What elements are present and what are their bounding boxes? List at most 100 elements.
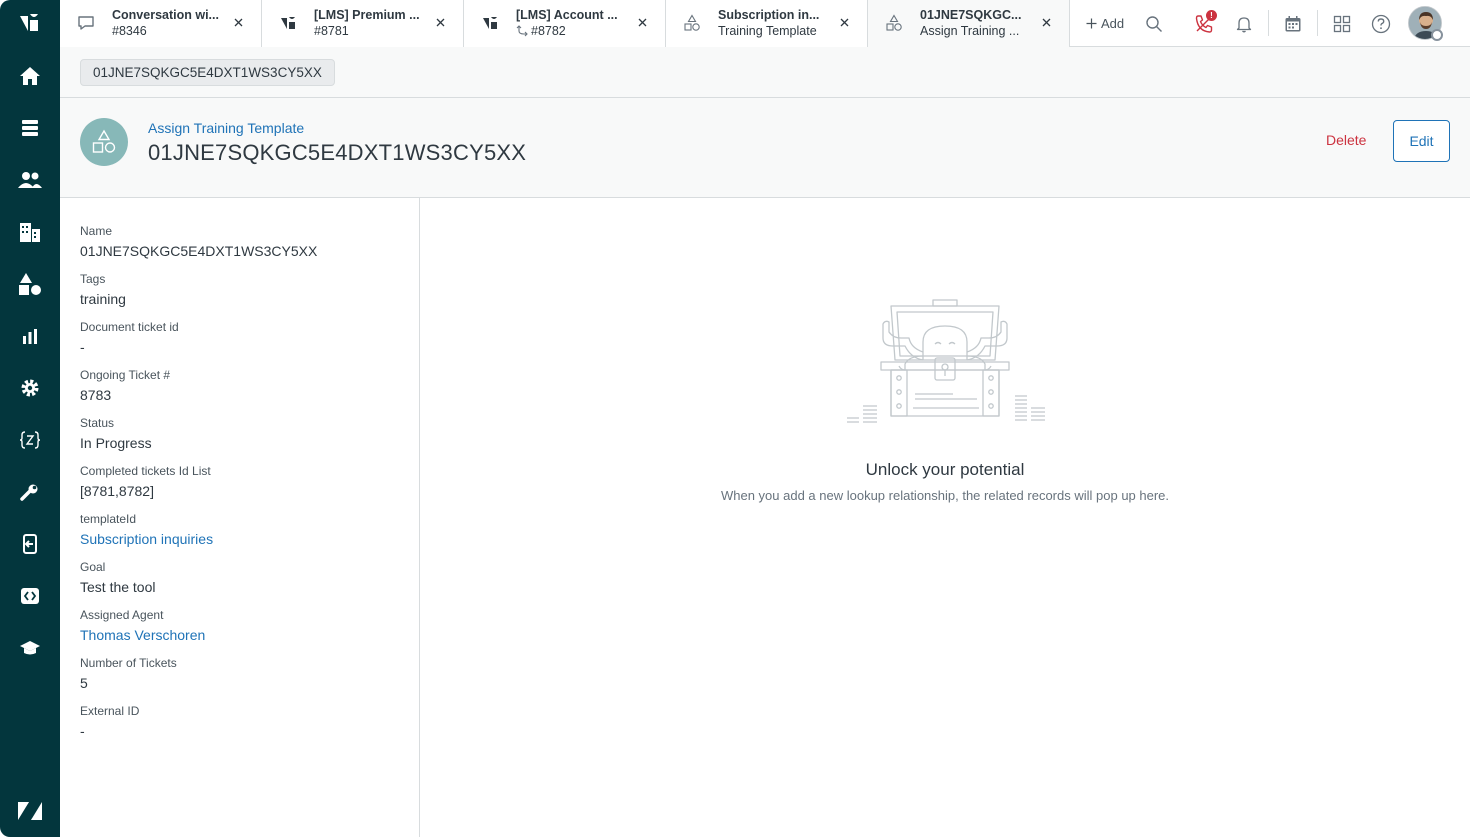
integration-app-icon[interactable] [0, 524, 60, 564]
home-icon[interactable] [0, 56, 60, 96]
tab-assign-training[interactable]: 01JNE7SQKGC... Assign Training ... [868, 0, 1070, 48]
add-button[interactable]: Add [1086, 12, 1124, 34]
tab-conversation[interactable]: Conversation wi... #8346 [60, 0, 262, 47]
field-goal: Goal Test the tool [80, 560, 400, 598]
tab-subtitle-text: Assign Training ... [920, 24, 1020, 38]
tab-subtitle-text: #8781 [314, 24, 349, 38]
chat-bubble-icon [76, 13, 96, 33]
breadcrumb: 01JNE7SQKGC5E4DXT1WS3CY5XX [60, 47, 1470, 98]
tab-subscription-template[interactable]: Subscription in... Training Template [666, 0, 868, 47]
record-header: Assign Training Template 01JNE7SQKGC5E4D… [60, 98, 1470, 198]
products-grid-icon[interactable] [1330, 12, 1354, 36]
edit-button[interactable]: Edit [1393, 120, 1450, 162]
field-name: Name 01JNE7SQKGC5E4DXT1WS3CY5XX [80, 224, 400, 262]
field-value: - [80, 723, 85, 739]
field-value: 5 [80, 675, 88, 691]
field-label: Ongoing Ticket # [80, 368, 171, 382]
organizations-icon[interactable] [0, 212, 60, 252]
merge-icon [516, 25, 528, 37]
empty-state-description: When you add a new lookup relationship, … [720, 488, 1170, 503]
field-label: Assigned Agent [80, 608, 164, 622]
field-status: Status In Progress [80, 416, 400, 454]
close-icon[interactable] [837, 15, 851, 29]
tickets-view-icon[interactable] [0, 108, 60, 148]
zendesk-products-icon[interactable] [0, 791, 60, 831]
top-bar: Conversation wi... #8346 [LMS] Premium .… [60, 0, 1470, 48]
tab-subtitle-text: #8346 [112, 24, 147, 38]
add-button-label: Add [1101, 15, 1125, 31]
tab-subtitle-text: #8782 [531, 24, 566, 38]
field-label: Document ticket id [80, 320, 179, 334]
template-link[interactable]: Subscription inquiries [80, 531, 400, 550]
object-type-link[interactable]: Assign Training Template [148, 120, 304, 136]
field-assigned-agent: Assigned Agent Thomas Verschoren [80, 608, 400, 646]
tab-subtitle-text: Training Template [718, 24, 817, 38]
divider [1268, 10, 1269, 36]
field-label: Tags [80, 272, 106, 286]
custom-objects-icon[interactable] [0, 264, 60, 304]
notification-badge: ! [1206, 10, 1217, 21]
close-icon[interactable] [231, 15, 245, 29]
close-icon[interactable] [1039, 15, 1053, 29]
field-external-id: External ID - [80, 704, 400, 742]
tab-subtitle: #8781 [314, 24, 349, 38]
tab-title: Conversation wi... [112, 8, 219, 22]
shapes-icon [92, 129, 116, 153]
tab-lms-premium[interactable]: [LMS] Premium ... #8781 [262, 0, 464, 47]
ticket-icon [480, 13, 500, 33]
zendesk-apps-icon[interactable] [0, 420, 60, 460]
field-label: Status [80, 416, 115, 430]
close-icon[interactable] [635, 15, 649, 29]
field-tags: Tags training [80, 272, 400, 310]
bell-icon[interactable] [1232, 12, 1256, 36]
field-value: [8781,8782] [80, 483, 154, 499]
calendar-icon[interactable] [1281, 12, 1305, 36]
app-window: Conversation wi... #8346 [LMS] Premium .… [0, 0, 1470, 837]
breadcrumb-record[interactable]: 01JNE7SQKGC5E4DXT1WS3CY5XX [80, 59, 335, 86]
divider [1317, 10, 1318, 36]
graduation-cap-icon[interactable] [0, 628, 60, 668]
tab-title: [LMS] Premium ... [314, 8, 420, 22]
code-app-icon[interactable] [0, 576, 60, 616]
ticket-icon [278, 13, 298, 33]
reporting-icon[interactable] [0, 316, 60, 356]
empty-state-title: Unlock your potential [865, 460, 1025, 479]
field-template-id: templateId Subscription inquiries [80, 512, 400, 550]
field-value: 8783 [80, 387, 112, 403]
tab-subtitle: #8346 [112, 24, 147, 38]
tab-title: 01JNE7SQKGC... [920, 8, 1022, 22]
tab-title: [LMS] Account ... [516, 8, 618, 22]
tab-title: Subscription in... [718, 8, 820, 22]
tab-lms-account[interactable]: [LMS] Account ... #8782 [464, 0, 666, 47]
wrench-icon[interactable] [0, 472, 60, 512]
primary-sidebar [0, 0, 60, 837]
field-label: Name [80, 224, 113, 238]
help-icon[interactable] [1369, 12, 1393, 36]
field-label: Number of Tickets [80, 656, 177, 670]
plus-icon [1086, 18, 1097, 28]
close-icon[interactable] [433, 15, 447, 29]
assigned-agent-link[interactable]: Thomas Verschoren [80, 627, 400, 646]
search-icon[interactable] [1142, 12, 1166, 36]
phone-icon[interactable]: ! [1192, 10, 1217, 36]
field-label: Goal [80, 560, 106, 574]
settings-gear-icon[interactable] [0, 368, 60, 408]
customers-icon[interactable] [0, 160, 60, 200]
field-completed-tickets: Completed tickets Id List [8781,8782] [80, 464, 400, 502]
field-value: training [80, 291, 126, 307]
field-value: In Progress [80, 435, 152, 451]
zendesk-logo-icon[interactable] [0, 3, 60, 43]
field-number-of-tickets: Number of Tickets 5 [80, 656, 400, 694]
field-ongoing-ticket: Ongoing Ticket # 8783 [80, 368, 400, 406]
field-value: - [80, 339, 85, 355]
tab-subtitle: #8782 [516, 24, 566, 38]
field-value: Test the tool [80, 579, 156, 595]
tab-subtitle: Assign Training ... [920, 24, 1019, 38]
treasure-chest-illustration-icon [847, 299, 1045, 423]
field-document-ticket-id: Document ticket id - [80, 320, 400, 358]
shapes-icon [682, 13, 702, 33]
field-label: templateId [80, 512, 137, 526]
record-fields-panel: Name 01JNE7SQKGC5E4DXT1WS3CY5XX Tags tra… [60, 198, 420, 837]
shapes-icon [884, 13, 904, 33]
delete-button[interactable]: Delete [1326, 132, 1366, 148]
